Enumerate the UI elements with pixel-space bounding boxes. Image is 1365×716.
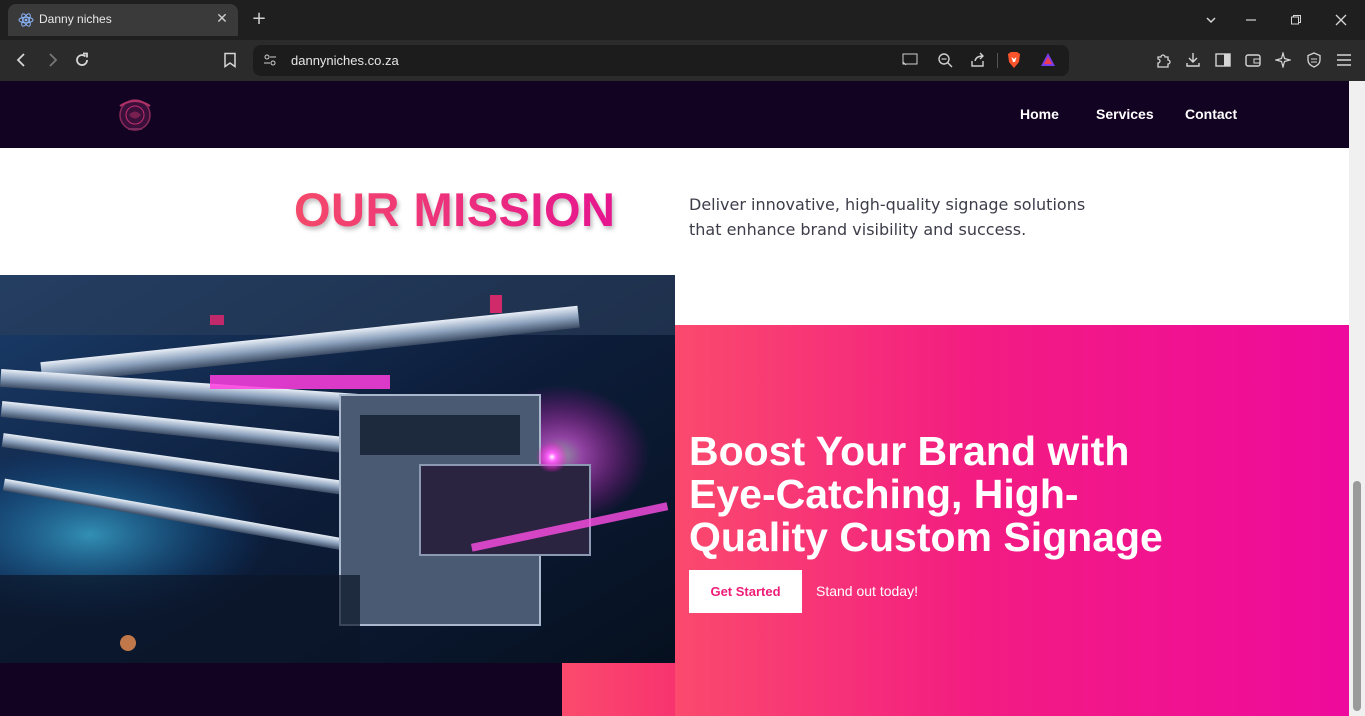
menu-icon[interactable] xyxy=(1334,50,1354,70)
reload-icon[interactable] xyxy=(72,50,92,70)
mission-title: OUR MISSION xyxy=(294,183,616,236)
printing-machine-image xyxy=(0,275,675,663)
brave-rewards-icon[interactable] xyxy=(1039,51,1057,69)
react-favicon-icon xyxy=(18,12,34,28)
sidebar-icon[interactable] xyxy=(1213,50,1233,70)
restore-icon[interactable] xyxy=(1284,8,1308,32)
zoom-icon[interactable] xyxy=(936,51,954,69)
browser-tab-active[interactable]: Danny niches ✕ xyxy=(8,4,238,36)
get-started-button[interactable]: Get Started xyxy=(689,570,802,613)
forward-icon[interactable] xyxy=(42,50,62,70)
url-text[interactable]: dannyniches.co.za xyxy=(291,53,399,68)
site-header: Home Services Contact xyxy=(0,81,1349,148)
nav-contact-link[interactable]: Contact xyxy=(1185,106,1237,122)
minimize-icon[interactable] xyxy=(1239,8,1263,32)
brave-shields-icon[interactable] xyxy=(1005,51,1023,69)
cast-icon[interactable] xyxy=(901,51,919,69)
new-tab-icon[interactable]: + xyxy=(249,9,269,29)
scrollbar-thumb[interactable] xyxy=(1353,481,1361,711)
share-icon[interactable] xyxy=(969,51,987,69)
hero-panel: Boost Your Brand with Eye-Catching, High… xyxy=(675,325,1349,716)
browser-toolbar: dannyniches.co.za xyxy=(0,40,1365,81)
nav-services-link[interactable]: Services xyxy=(1096,106,1154,122)
page-viewport: Home Services Contact OUR MISSION Delive… xyxy=(0,81,1349,716)
vpn-icon[interactable] xyxy=(1304,50,1324,70)
site-info-icon[interactable] xyxy=(261,51,279,69)
mission-text: Deliver innovative, high-quality signage… xyxy=(689,195,1086,239)
close-tab-icon[interactable]: ✕ xyxy=(214,11,230,27)
nav-home-link[interactable]: Home xyxy=(1020,106,1059,122)
tab-search-icon[interactable] xyxy=(1199,8,1223,32)
site-logo[interactable] xyxy=(112,94,158,136)
page-scrollbar[interactable] xyxy=(1349,81,1365,716)
bookmark-icon[interactable] xyxy=(220,50,240,70)
footer-dark-band xyxy=(0,663,562,716)
omnibox-divider xyxy=(997,53,998,68)
download-icon[interactable] xyxy=(1183,50,1203,70)
wallet-icon[interactable] xyxy=(1243,50,1263,70)
leo-ai-icon[interactable] xyxy=(1273,50,1293,70)
close-window-icon[interactable] xyxy=(1329,8,1353,32)
hero-heading: Boost Your Brand with Eye-Catching, High… xyxy=(689,428,1163,560)
extensions-icon[interactable] xyxy=(1153,50,1173,70)
back-icon[interactable] xyxy=(12,50,32,70)
tab-title: Danny niches xyxy=(39,12,112,26)
footer-accent-band xyxy=(562,663,675,716)
browser-tab-bar: Danny niches ✕ + xyxy=(0,0,1365,40)
address-bar[interactable]: dannyniches.co.za xyxy=(253,45,1069,76)
hero-subtext: Stand out today! xyxy=(816,583,918,599)
